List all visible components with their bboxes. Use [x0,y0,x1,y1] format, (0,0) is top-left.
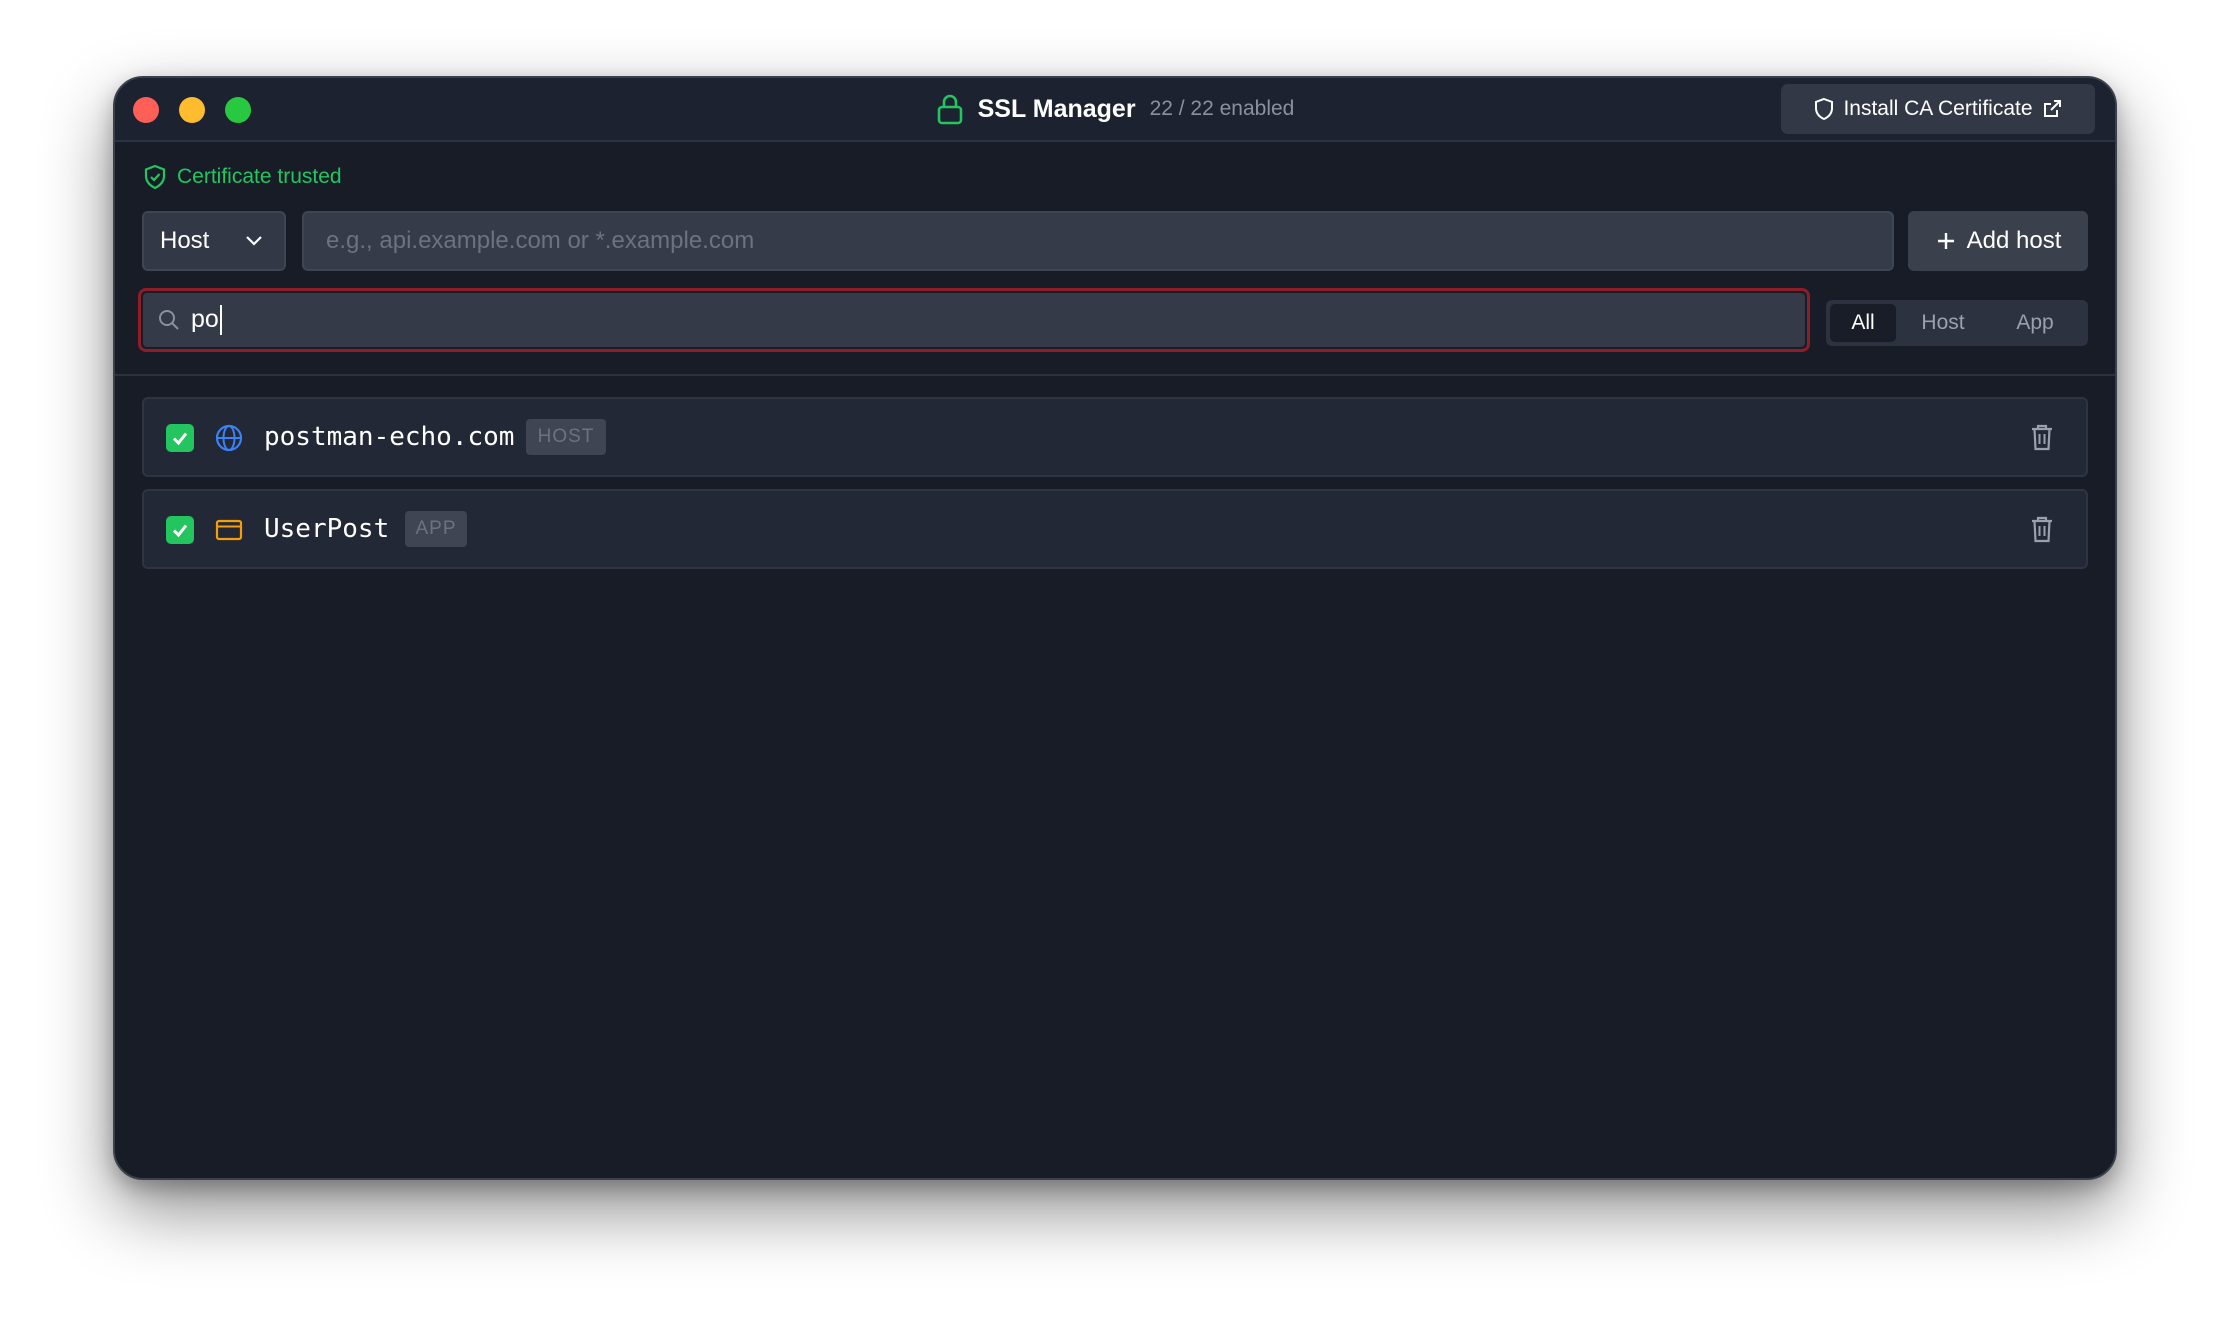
enabled-count: 22 / 22 enabled [1149,97,1295,120]
delete-button[interactable] [2028,422,2056,452]
entry-type-badge: HOST [526,419,606,455]
install-ca-certificate-button[interactable]: Install CA Certificate [1781,84,2095,134]
filter-app[interactable]: App [1990,304,2080,342]
title-bar: SSL Manager 22 / 22 enabled Install CA C… [115,78,2115,142]
chevron-down-icon [244,235,264,247]
app-window: SSL Manager 22 / 22 enabled Install CA C… [113,76,2117,1180]
check-icon [172,432,188,446]
text-caret [219,305,222,336]
entry-type-select[interactable]: Host [142,211,286,271]
enabled-checkbox[interactable] [166,516,194,544]
trash-icon [2032,424,2052,451]
external-link-icon [2042,99,2062,119]
certificate-status-text: Certificate trusted [177,165,342,188]
app-title: SSL Manager [977,94,1136,123]
list-item: postman-echo.com HOST [142,397,2088,477]
shield-check-icon [143,164,167,190]
globe-icon [214,423,244,453]
search-value: po [191,304,219,333]
trash-icon [2032,516,2052,543]
plus-icon [1935,230,1957,252]
app-window-icon [214,515,244,545]
divider [115,374,2115,376]
add-host-label: Add host [1966,227,2062,254]
filter-all[interactable]: All [1830,304,1896,342]
list-item: UserPost APP [142,489,2088,569]
search-icon [157,308,181,332]
type-filter: All Host App [1826,300,2088,346]
search-input[interactable]: po [143,293,1805,347]
entry-type-badge: APP [405,511,467,547]
filter-host[interactable]: Host [1900,304,1986,342]
host-input[interactable] [302,211,1894,271]
lock-icon [936,93,964,125]
add-host-form: Host Add host [142,211,2088,271]
delete-button[interactable] [2028,514,2056,544]
entry-name: UserPost [264,514,390,544]
add-host-button[interactable]: Add host [1908,211,2088,271]
entry-type-value: Host [160,227,210,254]
search-field[interactable]: po [138,288,1810,352]
enabled-checkbox[interactable] [166,424,194,452]
shield-icon [1814,97,1834,121]
certificate-status: Certificate trusted [143,164,342,190]
install-ca-label: Install CA Certificate [1843,97,2033,120]
check-icon [172,524,188,538]
entry-name: postman-echo.com [264,422,515,452]
